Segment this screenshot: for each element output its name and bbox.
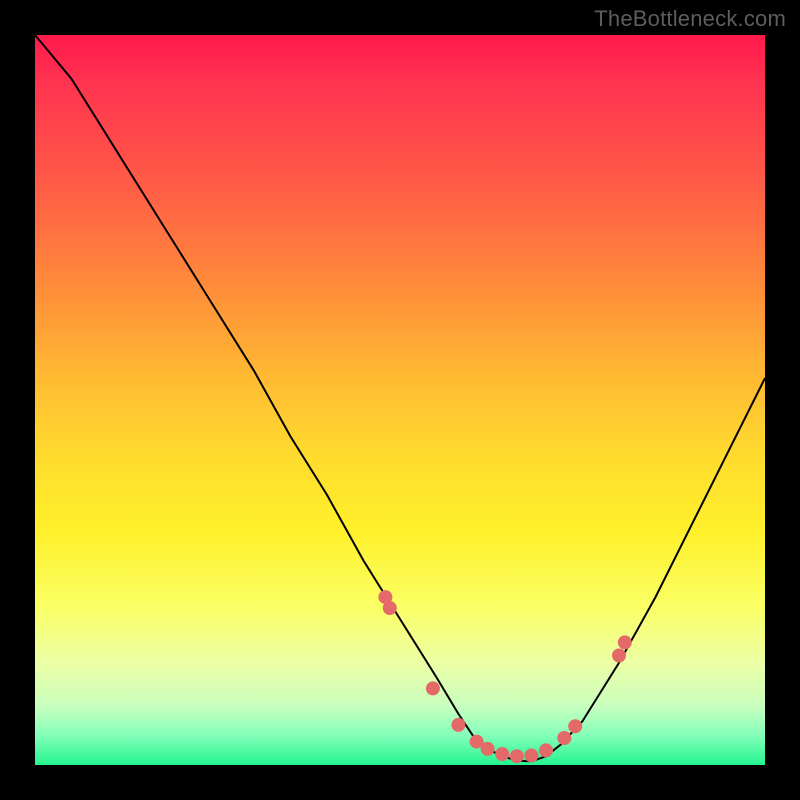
marker-point — [557, 731, 571, 745]
marker-point — [618, 635, 632, 649]
marker-point — [612, 649, 626, 663]
marker-point — [495, 747, 509, 761]
plot-area — [35, 35, 765, 765]
marker-point — [539, 743, 553, 757]
marker-point — [510, 749, 524, 763]
marker-point — [426, 681, 440, 695]
marker-point — [383, 601, 397, 615]
bottleneck-curve — [35, 35, 765, 761]
marker-point — [568, 719, 582, 733]
chart-canvas — [35, 35, 765, 765]
marker-point — [451, 718, 465, 732]
chart-frame: TheBottleneck.com — [0, 0, 800, 800]
marker-point — [481, 742, 495, 756]
marker-point — [524, 749, 538, 763]
marker-points — [378, 590, 631, 763]
attribution-label: TheBottleneck.com — [594, 6, 786, 32]
